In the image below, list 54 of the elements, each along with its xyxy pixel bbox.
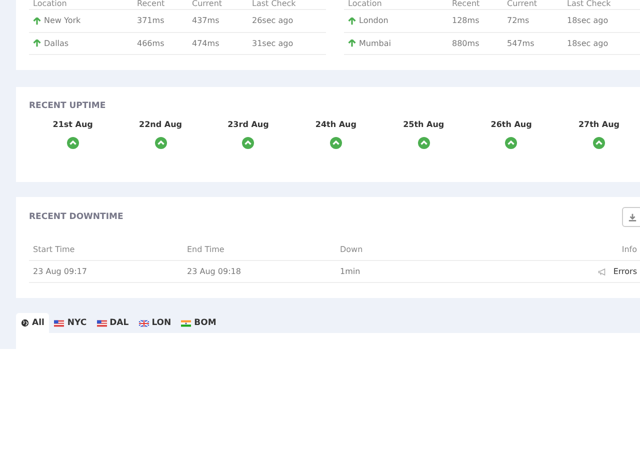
column-header: End Time (187, 245, 226, 254)
column-header: Recent (452, 0, 481, 8)
us-flag-icon (96, 320, 107, 326)
column-header: Down (340, 245, 364, 254)
table-cell-text: 23 Aug 09:18 (187, 267, 242, 276)
day-label: 23rd Aug (228, 120, 269, 129)
table-cell-text: 547ms (507, 38, 536, 48)
day-label: 22nd Aug (139, 120, 182, 129)
table-cell: Mumbai (359, 38, 391, 48)
table-cell: New York (44, 16, 81, 26)
table-cell-text: 437ms (192, 16, 220, 26)
table-cell-text: 466ms (137, 38, 166, 48)
column-header: Last Check (567, 0, 612, 8)
column-header: Current (192, 0, 224, 8)
day-label: 25th Aug (403, 120, 444, 129)
section-title: RECENT DOWNTIME (29, 212, 124, 222)
location-tab[interactable]: All (16, 313, 50, 333)
day-label: 27th Aug (578, 120, 620, 129)
table-cell-text: 371ms (137, 16, 166, 26)
day-label: 21st Aug (52, 120, 93, 129)
column-header: Current (507, 0, 538, 8)
column-header: Info (620, 245, 638, 254)
uk-flag-icon (138, 320, 149, 326)
table-cell: London (359, 16, 388, 26)
table-cell-text: 23 Aug 09:17 (33, 267, 88, 276)
location-tab[interactable]: LON (134, 313, 176, 333)
day-label: 26th Aug (490, 120, 532, 129)
table-cell-text: 26sec ago (252, 16, 294, 26)
location-tab[interactable]: DAL (92, 313, 134, 333)
table-cell-text: 880ms (452, 38, 480, 48)
column-header: Location (348, 0, 383, 8)
table-cell-text: 128ms (452, 16, 480, 26)
location-tab[interactable]: NYC (49, 313, 92, 333)
table-cell: Errors (613, 267, 637, 276)
table-cell: Dallas (44, 38, 69, 48)
table-cell-text: 72ms (507, 16, 530, 26)
section-title: RECENT UPTIME (29, 101, 107, 111)
column-header: Start Time (33, 245, 76, 254)
globe-icon (21, 319, 29, 327)
us-flag-icon (54, 320, 64, 326)
day-label: 24th Aug (315, 120, 356, 129)
table-cell-text: 18sec ago (567, 38, 610, 48)
location-tab[interactable]: BOM (176, 313, 222, 333)
table-cell-text: 18sec ago (567, 16, 610, 26)
download-icon (628, 212, 636, 222)
table-cell-text: 474ms (192, 38, 220, 48)
column-header: Last Check (252, 0, 297, 8)
download-button[interactable] (622, 207, 640, 227)
table-cell-text: 1min (340, 267, 362, 276)
column-header: Recent (137, 0, 166, 8)
table-cell-text: 31sec ago (252, 38, 294, 48)
india-flag-icon (181, 320, 192, 326)
megaphone-icon (598, 268, 608, 276)
column-header: Location (33, 0, 68, 8)
